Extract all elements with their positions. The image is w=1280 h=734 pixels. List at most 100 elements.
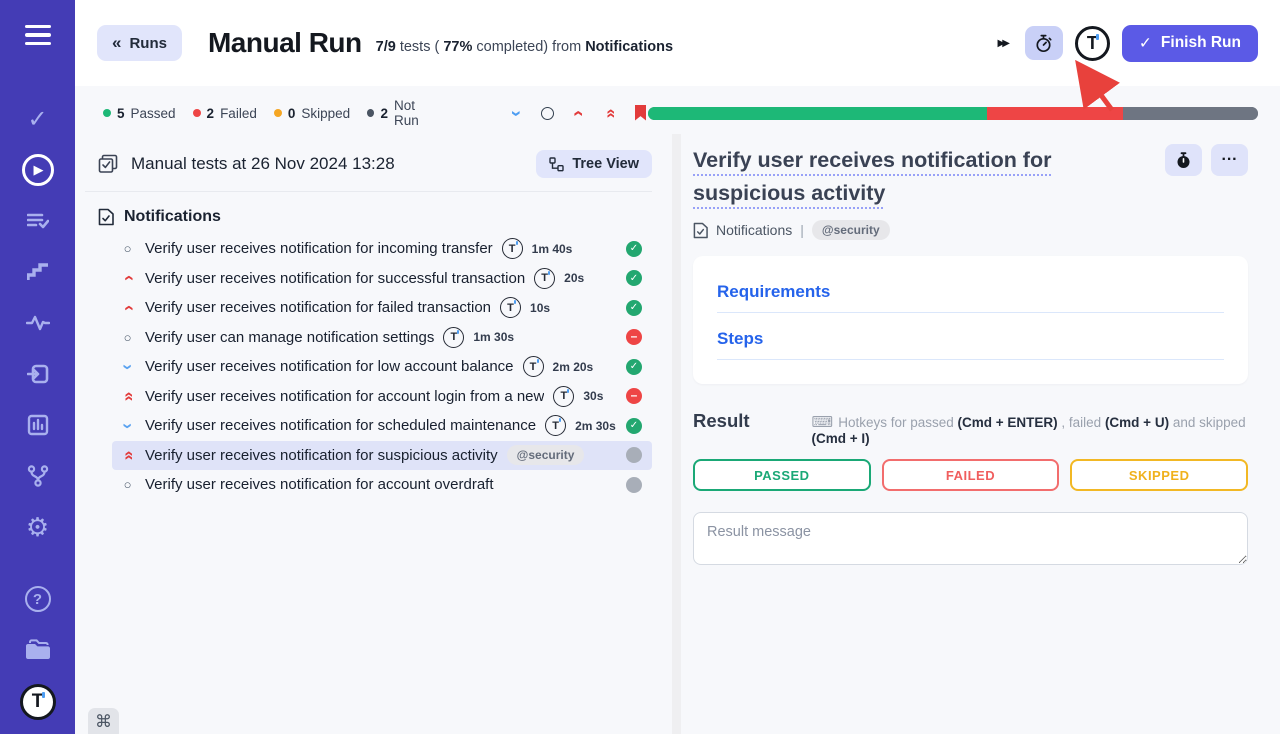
test-status-icon xyxy=(626,241,642,257)
test-detail-title[interactable]: Verify user receives notification for su… xyxy=(693,144,1161,210)
run-progress-summary: 7/9 tests ( 77% completed) from Notifica… xyxy=(376,39,673,55)
file-check-icon xyxy=(693,222,708,239)
testomat-logo-icon: T xyxy=(523,356,544,377)
steps-icon[interactable] xyxy=(21,255,55,289)
test-status-icon xyxy=(626,359,642,375)
gray-dot-icon xyxy=(367,109,374,117)
main-sidebar: ✓ ▶ ⚙ ? T xyxy=(0,0,75,734)
mark-passed-button[interactable]: PASSED xyxy=(693,459,871,491)
tag-pill[interactable]: @security xyxy=(812,220,890,240)
timer-button[interactable] xyxy=(1165,144,1202,176)
tasks-check-icon[interactable]: ✓ xyxy=(21,102,55,136)
priority-filter-icons: › › » xyxy=(508,105,648,121)
tree-view-icon xyxy=(549,157,564,172)
test-row[interactable]: Verify user receives notification for su… xyxy=(112,441,652,471)
test-sections-card: Requirements Steps xyxy=(693,256,1248,384)
clipboard-check-icon xyxy=(98,154,118,174)
hotkeys-hint: ⌨Hotkeys for passed (Cmd + ENTER) , fail… xyxy=(812,413,1248,446)
branch-icon[interactable] xyxy=(21,459,55,493)
run-header: « Runs Manual Run 7/9 tests ( 77% comple… xyxy=(75,0,1280,86)
section-steps[interactable]: Steps xyxy=(717,329,1224,360)
import-icon[interactable] xyxy=(21,357,55,391)
test-title: Verify user receives notification for lo… xyxy=(145,358,514,375)
testomat-logo-icon: T xyxy=(545,415,566,436)
priority-icon xyxy=(119,331,136,344)
failed-count: 2Failed xyxy=(193,106,257,121)
play-circle-icon: ▶ xyxy=(22,154,54,186)
test-row[interactable]: Verify user receives notification for sc… xyxy=(112,411,652,441)
run-name: Manual tests at 26 Nov 2024 13:28 xyxy=(131,154,395,174)
test-plan-check-icon[interactable] xyxy=(21,204,55,238)
test-duration: 2m 20s xyxy=(553,360,594,374)
priority-icon xyxy=(119,447,136,464)
test-status-icon xyxy=(626,270,642,286)
test-duration: 1m 40s xyxy=(532,242,573,256)
test-list-panel: Manual tests at 26 Nov 2024 13:28 Tree V… xyxy=(75,134,672,734)
test-title: Verify user receives notification for ac… xyxy=(145,476,494,493)
mark-failed-button[interactable]: FAILED xyxy=(882,459,1060,491)
suite-folder[interactable]: Notifications xyxy=(98,208,652,226)
stopwatch-icon xyxy=(1175,152,1192,169)
test-row[interactable]: Verify user receives notification for su… xyxy=(112,264,652,294)
help-icon[interactable]: ? xyxy=(21,582,55,616)
testomat-logo-icon[interactable]: T xyxy=(1075,26,1110,61)
chevron-down-icon[interactable]: › xyxy=(508,105,524,121)
test-row[interactable]: Verify user receives notification for ac… xyxy=(112,382,652,412)
hotkeys-command-button[interactable]: ⌘ xyxy=(88,708,119,734)
file-check-icon xyxy=(98,208,114,226)
test-duration: 2m 30s xyxy=(575,419,616,433)
mark-skipped-button[interactable]: SKIPPED xyxy=(1070,459,1248,491)
panel-scrollbar[interactable] xyxy=(672,134,681,734)
test-title: Verify user receives notification for sc… xyxy=(145,417,536,434)
stopwatch-icon xyxy=(1034,34,1053,53)
test-duration: 20s xyxy=(564,271,584,285)
priority-icon xyxy=(119,478,136,491)
settings-gear-icon[interactable]: ⚙ xyxy=(21,510,55,544)
test-title: Verify user receives notification for fa… xyxy=(145,299,491,316)
test-title: Verify user receives notification for ac… xyxy=(145,388,544,405)
more-options-button[interactable]: ··· xyxy=(1211,144,1248,176)
run-progress-bar xyxy=(648,107,1258,120)
ellipsis-icon: ··· xyxy=(1222,151,1238,169)
test-row[interactable]: Verify user receives notification for ac… xyxy=(112,470,652,500)
test-row[interactable]: Verify user can manage notification sett… xyxy=(112,323,652,353)
main-area: « Runs Manual Run 7/9 tests ( 77% comple… xyxy=(75,0,1280,734)
priority-icon xyxy=(119,269,136,287)
bookmark-icon[interactable] xyxy=(632,105,648,121)
pulse-icon[interactable] xyxy=(21,306,55,340)
test-status-icon xyxy=(626,447,642,463)
section-requirements[interactable]: Requirements xyxy=(717,282,1224,313)
skipped-count: 0Skipped xyxy=(274,106,350,121)
double-chevron-up-icon[interactable]: » xyxy=(601,105,617,121)
analytics-bar-chart-icon[interactable] xyxy=(21,408,55,442)
breadcrumb-suite[interactable]: Notifications xyxy=(716,222,792,238)
testomat-logo-icon: T xyxy=(553,386,574,407)
test-row[interactable]: Verify user receives notification for lo… xyxy=(112,352,652,382)
fast-forward-icon[interactable]: ▶▶ xyxy=(998,38,1013,49)
check-icon: ✓ xyxy=(1139,34,1152,53)
back-to-runs-button[interactable]: « Runs xyxy=(97,25,182,61)
test-list-header: Manual tests at 26 Nov 2024 13:28 Tree V… xyxy=(85,146,652,192)
test-duration: 10s xyxy=(530,301,550,315)
test-row[interactable]: Verify user receives notification for in… xyxy=(112,234,652,264)
keyboard-icon: ⌨ xyxy=(812,414,834,431)
runs-play-icon[interactable]: ▶ xyxy=(21,153,55,187)
test-tag: @security xyxy=(507,445,585,465)
result-message-input[interactable] xyxy=(693,512,1248,565)
back-label: Runs xyxy=(129,35,167,52)
chevron-up-icon[interactable]: › xyxy=(570,105,586,121)
passed-count: 5Passed xyxy=(103,106,176,121)
breadcrumb-separator: | xyxy=(800,222,804,238)
finish-run-button[interactable]: ✓ Finish Run xyxy=(1122,25,1258,62)
tree-view-button[interactable]: Tree View xyxy=(536,150,652,178)
menu-icon[interactable] xyxy=(21,18,55,52)
priority-icon xyxy=(119,299,136,317)
circle-icon[interactable] xyxy=(539,105,555,121)
test-title: Verify user receives notification for in… xyxy=(145,240,493,257)
testomat-logo-icon[interactable]: T xyxy=(20,684,56,720)
projects-folder-icon[interactable] xyxy=(21,633,55,667)
test-status-icon xyxy=(626,477,642,493)
test-row[interactable]: Verify user receives notification for fa… xyxy=(112,293,652,323)
timer-button[interactable] xyxy=(1025,26,1063,60)
content-area: Manual tests at 26 Nov 2024 13:28 Tree V… xyxy=(75,134,1280,734)
